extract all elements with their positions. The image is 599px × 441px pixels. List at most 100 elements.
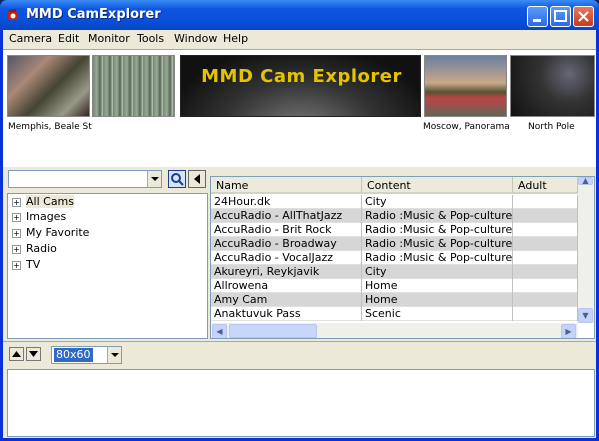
move-up-button[interactable] (9, 347, 24, 361)
scroll-left-button[interactable]: ◀ (212, 324, 227, 338)
table-row[interactable]: Allrowena Home (211, 279, 578, 293)
camera-icon (8, 9, 18, 20)
chevron-down-icon (151, 177, 159, 181)
cell-name: AccuRadio - VocalJazz (211, 251, 362, 265)
cell-content: Radio :Music & Pop-culture:Ja (362, 251, 513, 265)
menu-edit[interactable]: Edit (58, 32, 79, 45)
cell-content: Home (362, 293, 513, 307)
cell-content: Scenic (362, 307, 513, 321)
table-row[interactable]: 24Hour.dk City (211, 195, 578, 209)
maximize-icon (554, 10, 567, 22)
cell-name: AccuRadio - Broadway (211, 237, 362, 251)
preview-area (7, 369, 595, 437)
thumbnail-memphis[interactable] (7, 55, 90, 117)
cell-name: Allrowena (211, 279, 362, 293)
cell-content: City (362, 265, 513, 279)
column-header-adult[interactable]: Adult (513, 177, 578, 194)
table-row[interactable]: AccuRadio - AllThatJazz Radio :Music & Po… (211, 209, 578, 223)
move-down-button[interactable] (26, 347, 41, 361)
cell-content: Radio :Music & Pop-culture:R (362, 223, 513, 237)
banner-text: MMD Cam Explorer (201, 66, 402, 87)
table-row[interactable]: Akureyri, Reykjavik City (211, 265, 578, 279)
cell-adult (513, 195, 578, 209)
cell-adult (513, 279, 578, 293)
search-dropdown-button[interactable] (147, 171, 161, 187)
table-row[interactable]: AccuRadio - VocalJazz Radio :Music & Pop-… (211, 251, 578, 265)
tree-node-all-cams[interactable]: + All Cams (12, 195, 75, 208)
table-row[interactable]: AccuRadio - Brit Rock Radio :Music & Pop-… (211, 223, 578, 237)
cell-name: Amy Cam (211, 293, 362, 307)
thumbnail-moscow[interactable] (424, 55, 507, 117)
expand-icon[interactable]: + (12, 244, 21, 254)
cell-name: 24Hour.dk (211, 195, 362, 209)
caption-memphis: Memphis, Beale St (8, 122, 92, 132)
caption-moscow: Moscow, Panorama (423, 122, 510, 132)
cell-content: Radio :Music & Pop-culture:P (362, 237, 513, 251)
cell-adult (513, 209, 578, 223)
column-header-name[interactable]: Name (211, 177, 362, 194)
scroll-down-button[interactable]: ▼ (578, 308, 593, 323)
chevron-down-icon (111, 353, 119, 357)
search-button[interactable] (168, 170, 186, 188)
expand-icon[interactable]: + (12, 197, 21, 207)
size-select-value: 80x60 (54, 348, 93, 362)
scroll-thumb[interactable] (229, 324, 317, 338)
expand-icon[interactable]: + (12, 228, 21, 238)
thumbnail-street[interactable] (92, 55, 175, 117)
magnifier-icon (171, 173, 184, 186)
column-header-content[interactable]: Content (362, 177, 513, 194)
cell-adult (513, 223, 578, 237)
cell-adult (513, 237, 578, 251)
horizontal-scrollbar[interactable]: ◀ ▶ (211, 323, 578, 338)
cell-content: Radio :Music & Pop-culture:Ja (362, 209, 513, 223)
cell-name: AccuRadio - AllThatJazz (211, 209, 362, 223)
maximize-button[interactable] (550, 6, 571, 27)
tree-node-radio[interactable]: + Radio (12, 242, 57, 255)
cell-name: Anaktuvuk Pass (211, 307, 362, 321)
collapse-panel-button[interactable] (188, 170, 206, 188)
lower-toolbar: 80x60 (3, 341, 596, 368)
menu-camera[interactable]: Camera (9, 32, 52, 45)
cell-adult (513, 251, 578, 265)
tree-node-my-favorite[interactable]: + My Favorite (12, 226, 89, 239)
close-icon (578, 11, 589, 22)
menu-help[interactable]: Help (223, 32, 248, 45)
table-row[interactable]: Anaktuvuk Pass Scenic (211, 307, 578, 321)
minimize-button[interactable] (527, 6, 548, 27)
banner-image: MMD Cam Explorer (180, 55, 421, 117)
menu-tools[interactable]: Tools (137, 32, 164, 45)
client-area: Camera Edit Monitor Tools Window Help MM… (3, 30, 596, 438)
caption-north-pole: North Pole (528, 122, 575, 132)
triangle-down-icon (29, 351, 38, 357)
menu-window[interactable]: Window (174, 32, 217, 45)
cell-adult (513, 307, 578, 321)
camera-list: Name Content Adult 24Hour.dk City AccuRadi… (210, 176, 595, 339)
triangle-up-icon (12, 351, 21, 357)
size-dropdown-button[interactable] (107, 347, 121, 363)
minimize-icon (533, 19, 541, 22)
cell-adult (513, 265, 578, 279)
thumbnail-north-pole[interactable] (510, 55, 595, 117)
expand-icon[interactable]: + (12, 260, 21, 270)
thumbnail-strip: MMD Cam Explorer Memphis, Beale St Mosco… (3, 49, 596, 167)
search-toolbar (3, 167, 207, 191)
tree-node-images[interactable]: + Images (12, 210, 66, 223)
scroll-right-button[interactable]: ▶ (561, 324, 576, 338)
cell-adult (513, 293, 578, 307)
table-row[interactable]: AccuRadio - Broadway Radio :Music & Pop-c… (211, 237, 578, 251)
app-window: MMD CamExplorer Camera Edit Monitor Tool… (0, 0, 599, 441)
cell-name: Akureyri, Reykjavik (211, 265, 362, 279)
size-select[interactable]: 80x60 (51, 346, 122, 364)
table-row[interactable]: Amy Cam Home (211, 293, 578, 307)
window-title: MMD CamExplorer (26, 7, 161, 22)
cell-content: Home (362, 279, 513, 293)
expand-icon[interactable]: + (12, 212, 21, 222)
scroll-up-button[interactable]: ▲ (578, 177, 593, 185)
vertical-scrollbar[interactable]: ▲ ▼ (578, 177, 594, 323)
title-bar[interactable]: MMD CamExplorer (0, 0, 599, 30)
close-button[interactable] (573, 6, 594, 27)
cell-name: AccuRadio - Brit Rock (211, 223, 362, 237)
search-input[interactable] (8, 170, 162, 188)
menu-monitor[interactable]: Monitor (88, 32, 130, 45)
tree-node-tv[interactable]: + TV (12, 258, 40, 271)
